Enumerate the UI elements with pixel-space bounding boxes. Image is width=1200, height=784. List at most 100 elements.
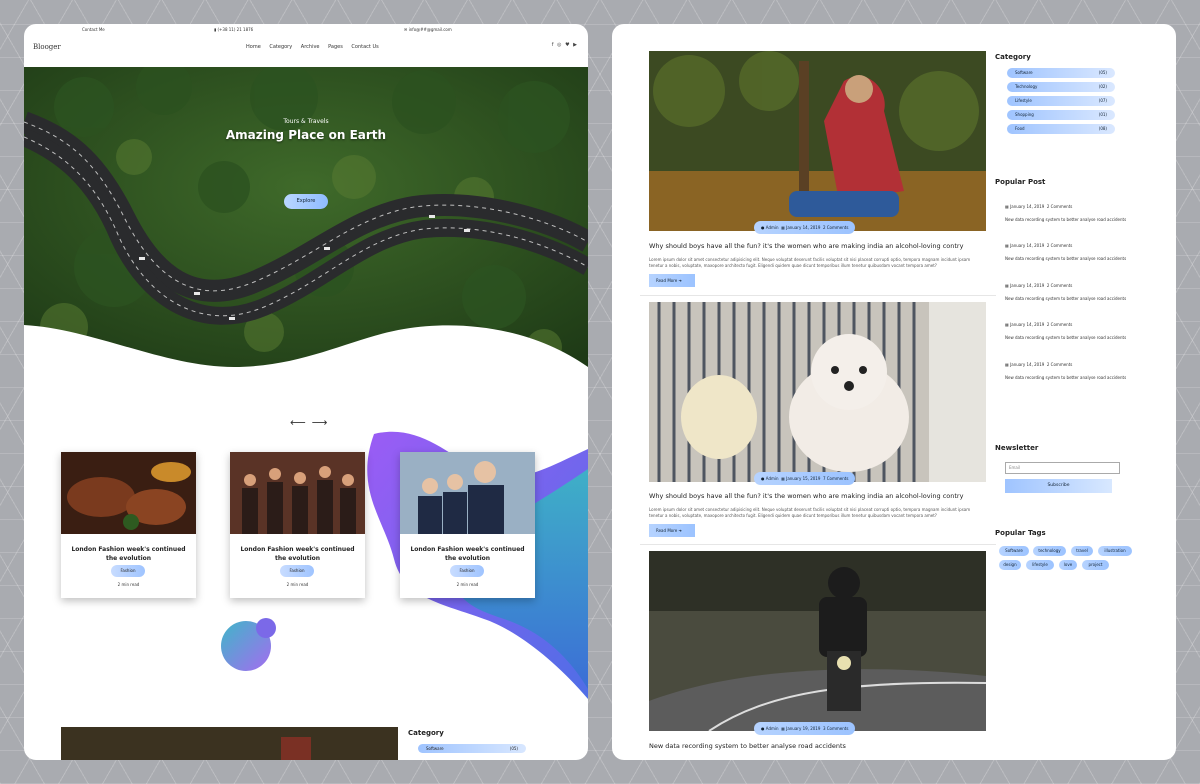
category-item[interactable]: Shopping (01) <box>1007 110 1115 120</box>
twitter-icon[interactable]: ♥ <box>565 42 570 48</box>
instagram-icon[interactable]: ◎ <box>557 42 562 48</box>
explore-button[interactable]: Explore <box>284 194 328 209</box>
calendar-icon: ▦ <box>1005 204 1009 209</box>
arrow-right-icon[interactable]: ⟶ <box>312 416 334 429</box>
read-more-button[interactable]: Read More ➜ <box>649 274 695 287</box>
social-links: f ◎ ♥ ▶ <box>552 42 578 48</box>
card-title[interactable]: London Fashion week's continued the evol… <box>67 545 190 563</box>
business-photo <box>400 452 535 534</box>
sidebar-category-item[interactable]: Software (05) <box>418 744 526 753</box>
site-logo[interactable]: Blooger <box>33 43 61 51</box>
main-navbar: Blooger Home Category Archive Pages Cont… <box>24 36 588 69</box>
nav-category[interactable]: Category <box>269 44 292 50</box>
nav-menu: Home Category Archive Pages Contact Us <box>246 44 386 50</box>
decorative-circles <box>221 618 276 671</box>
calendar-icon: ▦ <box>1005 362 1009 367</box>
popular-post-meta: ▦ January 14, 2019 2 Comments <box>1005 243 1073 248</box>
contact-text[interactable]: Contact Me <box>82 27 105 32</box>
popular-post-link[interactable]: New data recording system to better anal… <box>1005 217 1126 222</box>
facebook-icon[interactable]: f <box>552 42 555 48</box>
tag-chip[interactable]: design <box>999 560 1021 570</box>
featured-card[interactable]: London Fashion week's continued the evol… <box>61 452 196 598</box>
post-excerpt: Lorem ipsum dolor sit amet consectetur a… <box>649 257 971 268</box>
user-icon: ● <box>761 225 765 230</box>
tag-chip[interactable]: technology <box>1033 546 1066 556</box>
popular-tags-title: Popular Tags <box>995 529 1046 537</box>
popular-post-link[interactable]: New data recording system to better anal… <box>1005 296 1126 301</box>
top-info-bar: Contact Me ▮ (+38 11) 21 1876 ✉ info@##@… <box>24 24 588 36</box>
post-photo-photographer[interactable] <box>649 51 986 231</box>
phone-text: ▮ (+38 11) 21 1876 <box>214 27 254 32</box>
popular-post-meta: ▦ January 14, 2019 2 Comments <box>1005 204 1073 209</box>
post-title[interactable]: New data recording system to better anal… <box>649 742 989 750</box>
popular-post-link[interactable]: New data recording system to better anal… <box>1005 256 1126 261</box>
newsletter-email-input[interactable]: Email <box>1005 462 1120 474</box>
home-page-preview: Contact Me ▮ (+38 11) 21 1876 ✉ info@##@… <box>24 24 588 760</box>
sidebar-category-title: Category <box>408 729 444 737</box>
card-tag[interactable]: Fashion <box>450 565 484 577</box>
hero-subtitle: Tours & Travels <box>283 118 329 125</box>
tag-chip[interactable]: travel <box>1071 546 1093 556</box>
nav-pages[interactable]: Pages <box>328 44 343 50</box>
arrow-right-icon: ➜ <box>678 528 682 533</box>
divider <box>640 295 996 296</box>
post-meta: ● Admin ▦ January 15, 2019 7 Comments <box>754 472 856 485</box>
arrow-left-icon[interactable]: ⟵ <box>290 416 312 429</box>
category-title: Category <box>995 53 1031 61</box>
steak-photo <box>61 452 196 534</box>
card-tag[interactable]: Fashion <box>280 565 314 577</box>
subscribe-button[interactable]: Subscribe <box>1005 479 1112 493</box>
post-excerpt: Lorem ipsum dolor sit amet consectetur a… <box>649 507 971 518</box>
nav-contact[interactable]: Contact Us <box>351 44 378 50</box>
tag-chip[interactable]: love <box>1059 560 1077 570</box>
newsletter-title: Newsletter <box>995 444 1039 452</box>
category-item[interactable]: Technology (02) <box>1007 82 1115 92</box>
tag-chip[interactable]: Software <box>999 546 1029 556</box>
popular-post-meta: ▦ January 14, 2019 2 Comments <box>1005 322 1073 327</box>
tag-chip[interactable]: illustration <box>1098 546 1132 556</box>
phone-icon: ▮ <box>214 27 217 32</box>
card-read-time: 2 min read <box>286 582 309 587</box>
read-more-button[interactable]: Read More ➜ <box>649 524 695 537</box>
post-photo-dog[interactable] <box>649 302 986 482</box>
post-meta: ● Admin ▦ January 19, 2019 3 Comments <box>754 722 856 735</box>
calendar-icon: ▦ <box>781 476 785 481</box>
calendar-icon: ▦ <box>1005 283 1009 288</box>
hero-slider-arrows: ⟵⟶ <box>290 416 334 429</box>
calendar-icon: ▦ <box>781 225 785 230</box>
youtube-icon[interactable]: ▶ <box>573 42 578 48</box>
category-item[interactable]: Lifestyle (07) <box>1007 96 1115 106</box>
popular-post-meta: ▦ January 14, 2019 2 Comments <box>1005 283 1073 288</box>
popular-post-link[interactable]: New data recording system to better anal… <box>1005 335 1126 340</box>
calendar-icon: ▦ <box>1005 243 1009 248</box>
featured-card[interactable]: London Fashion week's continued the evol… <box>400 452 535 598</box>
category-item[interactable]: Software (05) <box>1007 68 1115 78</box>
card-title[interactable]: London Fashion week's continued the evol… <box>406 545 529 563</box>
hero-title: Amazing Place on Earth <box>225 128 387 142</box>
blog-page-preview: ● Admin ▦ January 14, 2019 2 Comments Wh… <box>612 24 1176 760</box>
card-title[interactable]: London Fashion week's continued the evol… <box>236 545 359 563</box>
forest-road-image <box>24 67 588 367</box>
post-image-peek <box>61 727 398 760</box>
nav-home[interactable]: Home <box>246 44 261 50</box>
card-tag[interactable]: Fashion <box>111 565 145 577</box>
popular-post-link[interactable]: New data recording system to better anal… <box>1005 375 1126 380</box>
card-read-time: 2 min read <box>117 582 140 587</box>
user-icon: ● <box>761 476 765 481</box>
post-title[interactable]: Why should boys have all the fun? it's t… <box>649 492 989 500</box>
post-photo-motorcycle[interactable] <box>649 551 986 731</box>
divider <box>640 544 996 545</box>
popular-post-meta: ▦ January 14, 2019 2 Comments <box>1005 362 1073 367</box>
tag-chip[interactable]: project <box>1082 560 1109 570</box>
email-text[interactable]: ✉ info@##@gmail.com <box>404 27 452 32</box>
post-title[interactable]: Why should boys have all the fun? it's t… <box>649 242 989 250</box>
featured-card[interactable]: London Fashion week's continued the evol… <box>230 452 365 598</box>
category-item[interactable]: Food (08) <box>1007 124 1115 134</box>
popular-post-title: Popular Post <box>995 178 1046 186</box>
arrow-right-icon: ➜ <box>678 278 682 283</box>
nav-archive[interactable]: Archive <box>301 44 320 50</box>
calendar-icon: ▦ <box>781 726 785 731</box>
card-read-time: 2 min read <box>456 582 479 587</box>
tag-chip[interactable]: lifestyle <box>1026 560 1054 570</box>
user-icon: ● <box>761 726 765 731</box>
